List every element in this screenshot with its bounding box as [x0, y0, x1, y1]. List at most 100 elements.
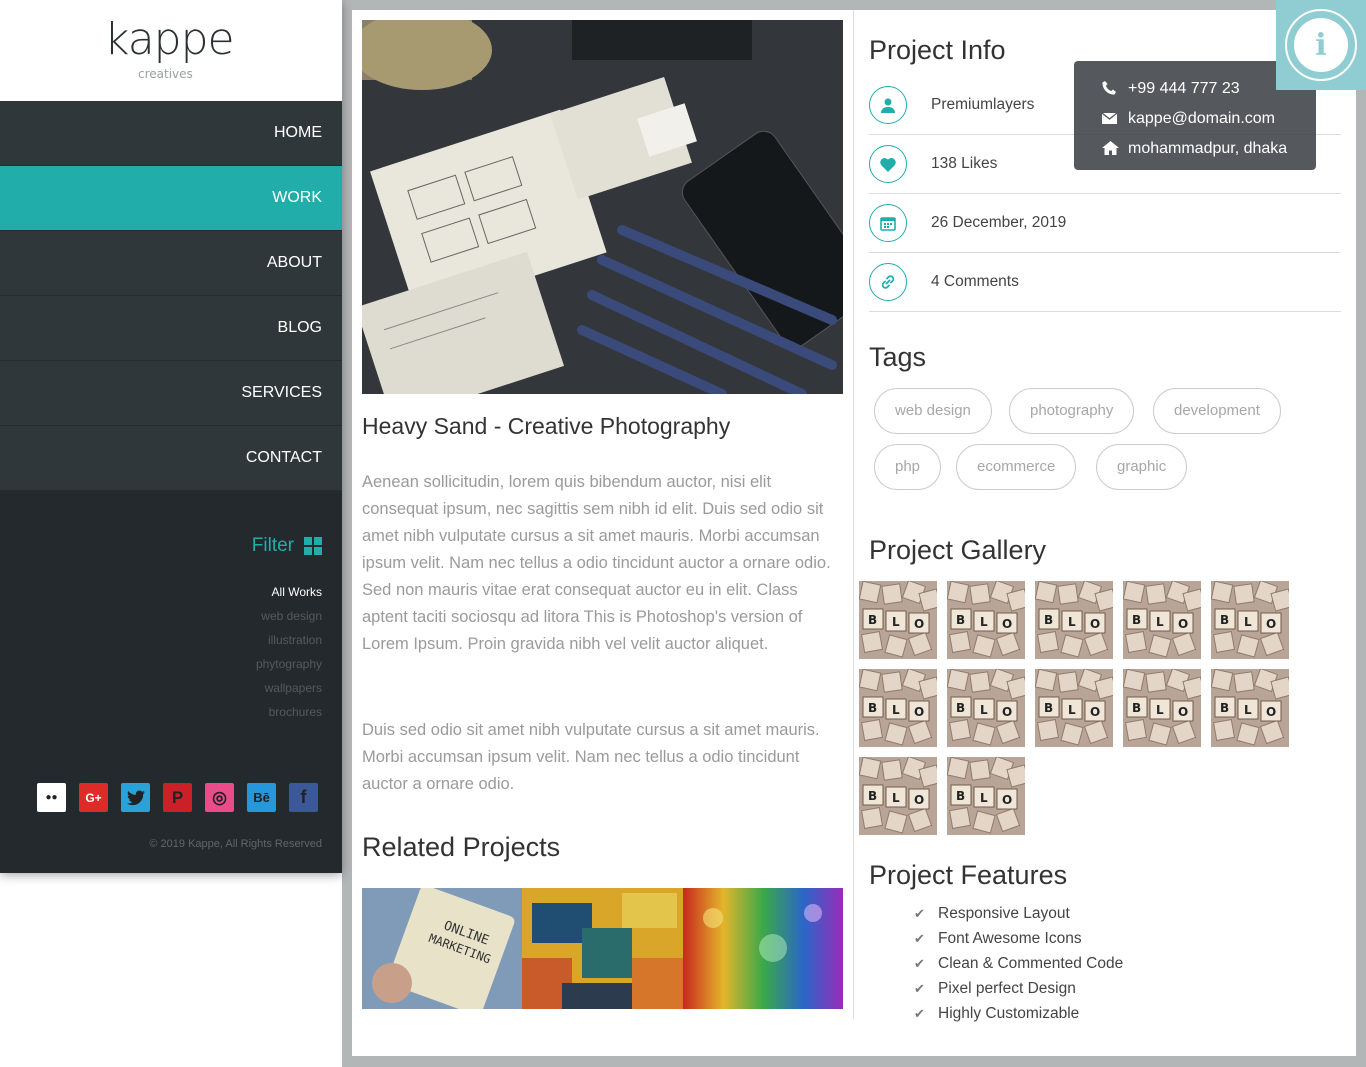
gallery-thumb[interactable]: B LO	[1035, 581, 1113, 659]
google-plus-icon[interactable]: G+	[79, 783, 108, 812]
tag-graphic[interactable]: graphic	[1096, 444, 1188, 490]
gallery-thumb[interactable]: B LO	[947, 581, 1025, 659]
nav-item-about[interactable]: ABOUT	[0, 231, 342, 296]
svg-text:B: B	[1132, 701, 1141, 715]
column-divider	[853, 10, 854, 1019]
contact-email[interactable]: kappe@domain.com	[1074, 104, 1316, 134]
gallery-thumb[interactable]: B LO	[1211, 581, 1289, 659]
dribbble-icon[interactable]: ◎	[205, 783, 234, 812]
svg-text:O: O	[1002, 617, 1012, 631]
gallery-thumb[interactable]: B LO	[947, 669, 1025, 747]
project-info-title: Project Info	[869, 35, 1006, 65]
filter-list: All Works web design illustration phytog…	[256, 580, 322, 724]
svg-text:L: L	[1156, 615, 1164, 629]
info-date: 26 December, 2019	[931, 214, 1067, 231]
filter-item-brochures[interactable]: brochures	[256, 700, 322, 724]
behance-icon[interactable]: Bē	[247, 783, 276, 812]
svg-text:O: O	[1178, 617, 1188, 631]
feature-list: ✔ Responsive Layout ✔ Font Awesome Icons ✔…	[914, 901, 1123, 1026]
filter-item-illustration[interactable]: illustration	[256, 628, 322, 652]
info-comments: 4 Comments	[931, 273, 1019, 290]
svg-text:O: O	[914, 793, 924, 807]
info-likes: 138 Likes	[931, 155, 998, 172]
feature-item: ✔ Pixel perfect Design	[914, 976, 1123, 1001]
project-title: Heavy Sand - Creative Photography	[362, 413, 731, 439]
svg-text:B: B	[1044, 701, 1053, 715]
related-projects: ONLINE MARKETING	[362, 888, 843, 1009]
svg-text:B: B	[1132, 613, 1141, 627]
check-icon: ✔	[914, 931, 925, 946]
gallery-thumb[interactable]: B LO	[1035, 669, 1113, 747]
gallery-thumb[interactable]: B LO	[1123, 581, 1201, 659]
tag-ecommerce[interactable]: ecommerce	[956, 444, 1077, 490]
twitter-icon[interactable]	[121, 783, 150, 812]
pinterest-icon[interactable]: P	[163, 783, 192, 812]
feature-item: ✔ Responsive Layout	[914, 901, 1123, 926]
svg-text:O: O	[1090, 617, 1100, 631]
nav-item-blog[interactable]: BLOG	[0, 296, 342, 361]
filter-item-web-design[interactable]: web design	[256, 604, 322, 628]
nav-item-contact[interactable]: CONTACT	[0, 426, 342, 491]
svg-text:B: B	[956, 701, 965, 715]
nav-item-home[interactable]: HOME	[0, 101, 342, 166]
project-description: Aenean sollicitudin, lorem quis bibendum…	[362, 473, 831, 653]
info-toggle-button[interactable]: i	[1276, 0, 1366, 90]
facebook-icon[interactable]: f	[289, 783, 318, 812]
check-icon: ✔	[914, 981, 925, 996]
feature-item: ✔ Font Awesome Icons	[914, 926, 1123, 951]
filter-title[interactable]: Filter	[252, 535, 322, 557]
project-gallery-title: Project Gallery	[869, 535, 1047, 565]
check-icon: ✔	[914, 906, 925, 921]
logo-wordmark: kappe	[104, 14, 235, 65]
related-project-thumb[interactable]: ONLINE MARKETING	[362, 888, 523, 1009]
filter-item-wallpapers[interactable]: wallpapers	[256, 676, 322, 700]
logo-tagline: creatives	[138, 67, 193, 81]
svg-text:L: L	[1068, 703, 1076, 717]
svg-text:B: B	[1044, 613, 1053, 627]
svg-text:O: O	[1178, 705, 1188, 719]
svg-text:L: L	[1244, 703, 1252, 717]
gallery-thumb[interactable]: B LO	[859, 669, 937, 747]
gallery-thumb[interactable]: B LO	[859, 581, 937, 659]
tag-development[interactable]: development	[1153, 388, 1281, 434]
tag-web-design[interactable]: web design	[874, 388, 992, 434]
svg-text:B: B	[868, 701, 877, 715]
check-icon: ✔	[914, 1006, 925, 1021]
gallery-thumb[interactable]: B LO	[947, 757, 1025, 835]
svg-text:L: L	[892, 703, 900, 717]
nav-item-work[interactable]: WORK	[0, 166, 342, 231]
svg-text:O: O	[1090, 705, 1100, 719]
logo[interactable]: kappe creatives	[0, 0, 342, 101]
sidebar: kappe creatives HOME WORK ABOUT BLOG SER…	[0, 0, 342, 873]
info-author: Premiumlayers	[931, 96, 1035, 113]
home-icon	[1102, 140, 1128, 158]
gallery-thumb[interactable]: B LO	[1211, 669, 1289, 747]
nav-item-services[interactable]: SERVICES	[0, 361, 342, 426]
project-main-image[interactable]	[362, 20, 843, 394]
svg-text:B: B	[956, 789, 965, 803]
check-icon: ✔	[914, 956, 925, 971]
grid-icon	[304, 537, 322, 555]
related-project-thumb[interactable]	[522, 888, 683, 1009]
main-nav: HOME WORK ABOUT BLOG SERVICES CONTACT	[0, 101, 342, 491]
gallery-thumb[interactable]: B LO	[1123, 669, 1201, 747]
tag-photography[interactable]: photography	[1009, 388, 1135, 434]
related-project-thumb[interactable]	[682, 888, 843, 1009]
svg-text:O: O	[1266, 705, 1276, 719]
svg-text:B: B	[868, 789, 877, 803]
flickr-icon[interactable]: ●●	[37, 783, 66, 812]
filter-label: Filter	[251, 535, 294, 556]
gallery-thumb[interactable]: B LO	[859, 757, 937, 835]
svg-text:L: L	[1156, 703, 1164, 717]
filter-item-photography[interactable]: phytography	[256, 652, 322, 676]
tag-php[interactable]: php	[874, 444, 942, 490]
phone-icon	[1102, 80, 1128, 98]
info-row-date: 26 December, 2019	[869, 194, 1341, 253]
link-icon[interactable]	[869, 263, 907, 301]
contact-address[interactable]: mohammadpur, dhaka	[1074, 134, 1316, 164]
svg-text:B: B	[1220, 613, 1229, 627]
filter-item-all-works[interactable]: All Works	[256, 580, 322, 604]
svg-text:L: L	[892, 791, 900, 805]
heart-icon[interactable]	[869, 145, 907, 183]
info-icon: i	[1294, 18, 1348, 72]
